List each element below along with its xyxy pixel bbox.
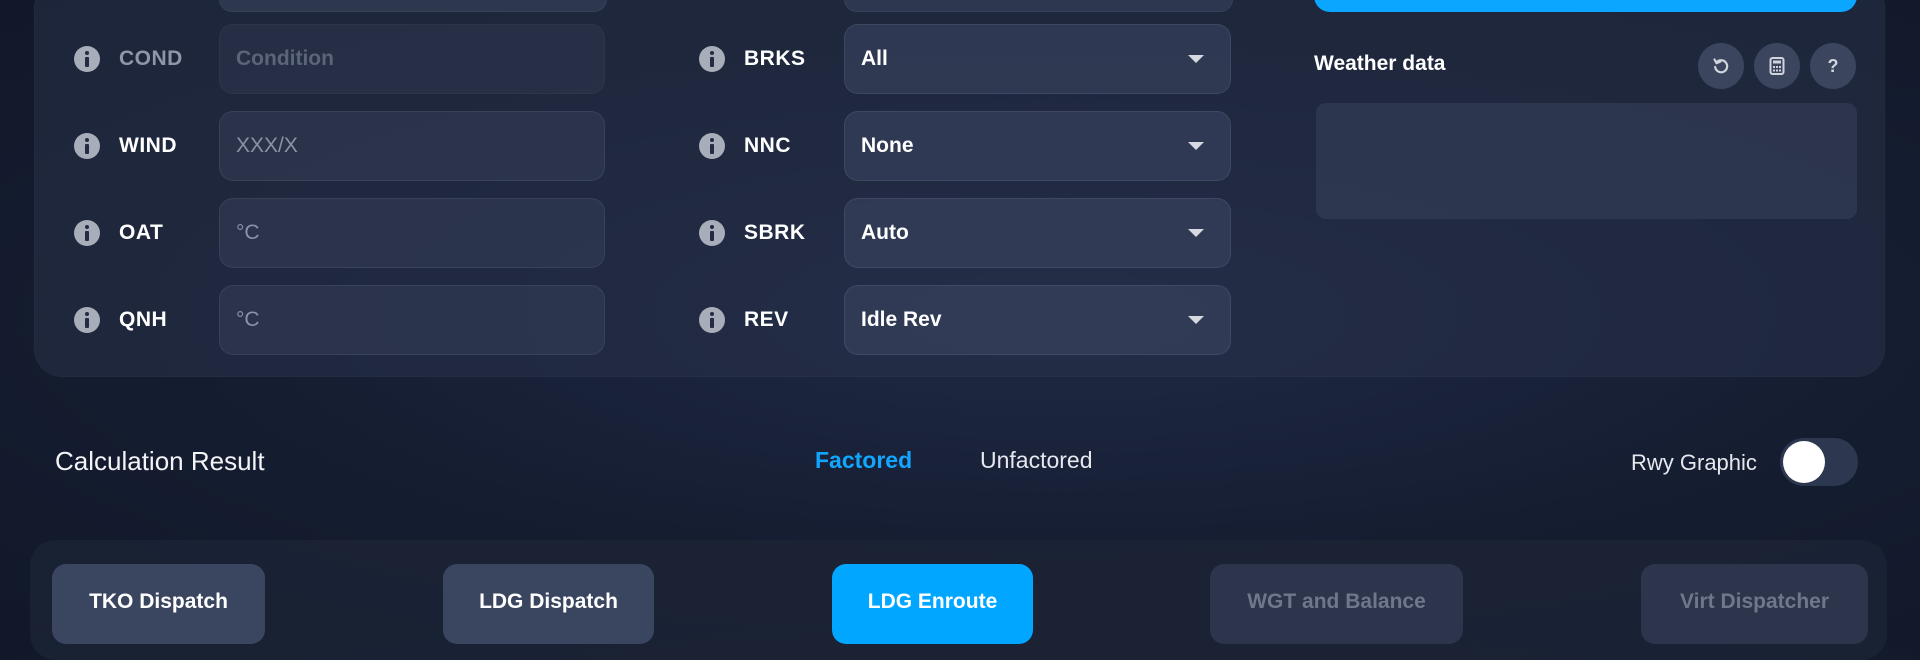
field-stub-left [219,0,607,12]
chevron-down-icon [1188,229,1204,237]
wind-label: WIND [119,134,177,157]
cond-placeholder: Condition [236,47,334,70]
info-icon[interactable] [699,220,725,246]
rev-select[interactable]: Idle Rev [844,285,1231,355]
chevron-down-icon [1188,55,1204,63]
wind-placeholder: XXX/X [236,134,298,157]
chevron-down-icon [1188,316,1204,324]
info-icon[interactable] [74,46,100,72]
tko-dispatch-label: TKO Dispatch [89,590,228,613]
cond-input[interactable]: Condition [219,24,605,94]
brks-label: BRKS [744,47,806,70]
weather-data-title: Weather data [1314,52,1446,75]
cond-label: COND [119,47,183,70]
wind-input[interactable]: XXX/X [219,111,605,181]
wgt-and-balance-button[interactable]: WGT and Balance [1210,564,1463,644]
primary-action-button[interactable] [1314,0,1857,12]
calculator-button[interactable] [1754,43,1800,89]
sbrk-value: Auto [861,221,909,244]
info-icon[interactable] [699,307,725,333]
wgt-and-balance-label: WGT and Balance [1247,590,1426,613]
qnh-label: QNH [119,308,168,331]
qnh-input[interactable]: °C [219,285,605,355]
rev-value: Idle Rev [861,308,942,331]
rwy-graphic-label: Rwy Graphic [1631,450,1757,475]
rwy-graphic-toggle[interactable] [1780,438,1858,486]
nnc-label: NNC [744,134,791,157]
rev-label: REV [744,308,789,331]
info-icon[interactable] [74,133,100,159]
sbrk-select[interactable]: Auto [844,198,1231,268]
tab-unfactored[interactable]: Unfactored [980,447,1093,474]
ldg-dispatch-button[interactable]: LDG Dispatch [443,564,654,644]
info-icon[interactable] [74,307,100,333]
tko-dispatch-button[interactable]: TKO Dispatch [52,564,265,644]
info-icon[interactable] [699,46,725,72]
oat-label: OAT [119,221,164,244]
info-icon[interactable] [74,220,100,246]
sbrk-label: SBRK [744,221,806,244]
help-button[interactable]: ? [1810,43,1856,89]
ldg-enroute-button[interactable]: LDG Enroute [832,564,1033,644]
qnh-placeholder: °C [236,308,260,331]
virt-dispatcher-button[interactable]: Virt Dispatcher [1641,564,1868,644]
help-icon: ? [1827,55,1839,76]
ldg-dispatch-label: LDG Dispatch [479,590,618,613]
virt-dispatcher-label: Virt Dispatcher [1680,590,1829,613]
brks-value: All [861,47,888,70]
field-stub-middle [844,0,1233,12]
calculator-icon [1769,57,1785,75]
reset-icon [1713,58,1729,74]
tab-factored[interactable]: Factored [815,447,912,474]
brks-select[interactable]: All [844,24,1231,94]
nnc-value: None [861,134,914,157]
nnc-select[interactable]: None [844,111,1231,181]
oat-input[interactable]: °C [219,198,605,268]
reset-button[interactable] [1698,43,1744,89]
toggle-knob [1783,441,1825,483]
calculation-result-title: Calculation Result [55,446,265,476]
oat-placeholder: °C [236,221,260,244]
chevron-down-icon [1188,142,1204,150]
info-icon[interactable] [699,133,725,159]
ldg-enroute-label: LDG Enroute [867,590,998,613]
weather-data-area[interactable] [1316,103,1857,219]
